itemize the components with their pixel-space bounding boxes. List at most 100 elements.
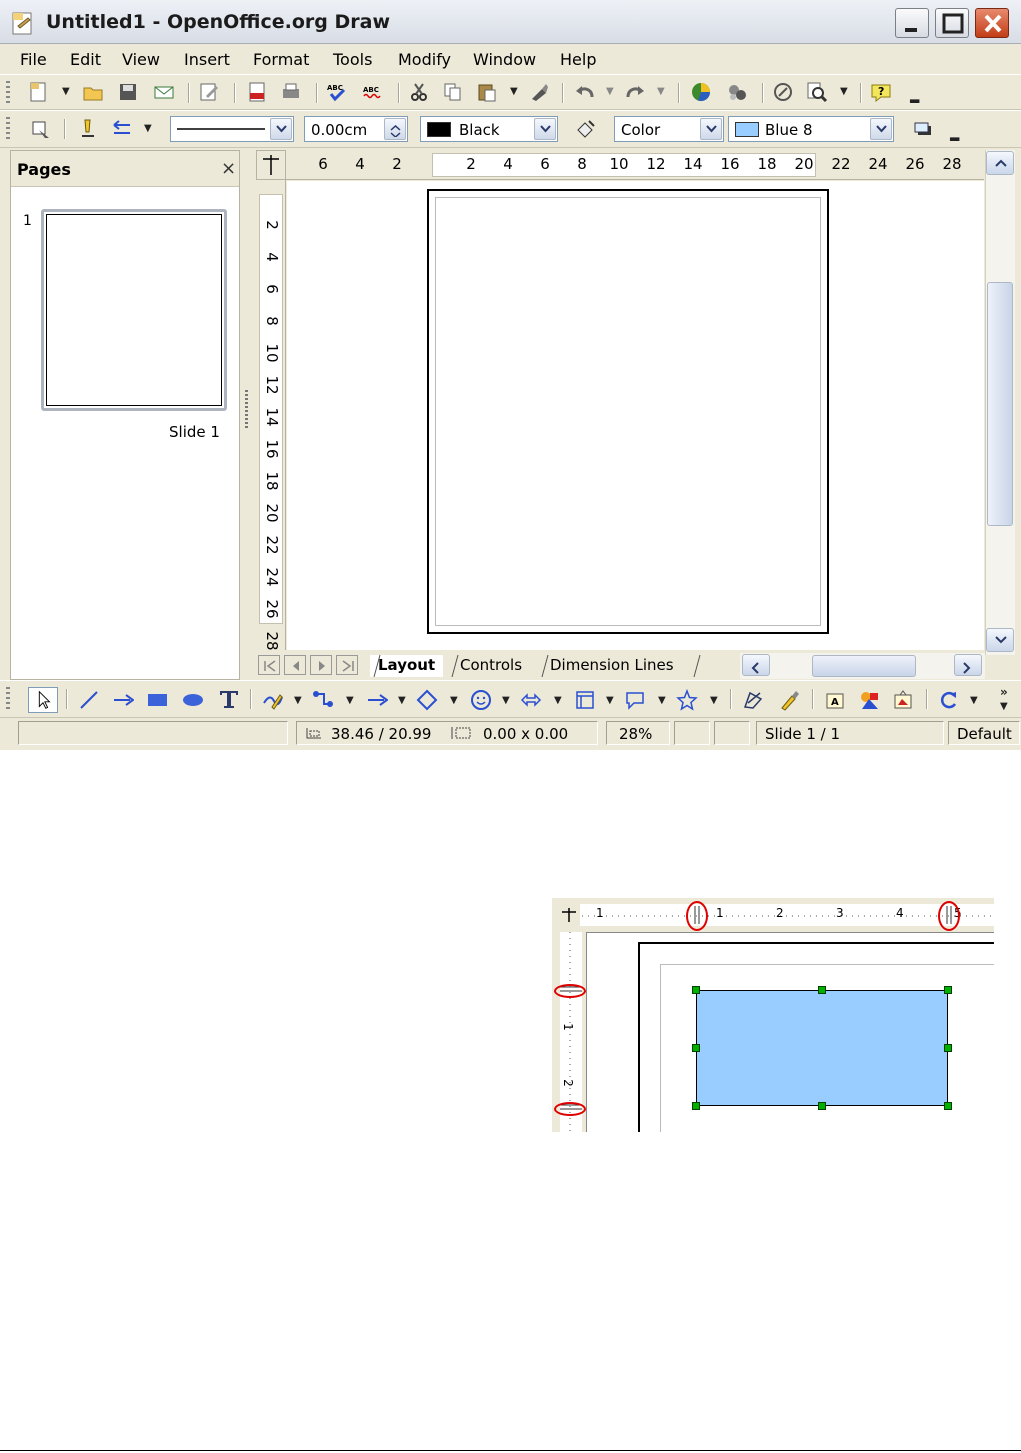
menu-window[interactable]: Window — [473, 50, 536, 69]
ellipse-tool-icon[interactable] — [182, 689, 204, 711]
toolbar-overflow-icon[interactable]: ▂ — [910, 89, 919, 103]
menu-tools[interactable]: Tools — [333, 50, 372, 69]
zoom-icon[interactable] — [806, 81, 828, 103]
menu-view[interactable]: View — [122, 50, 160, 69]
lines-arrows-icon[interactable] — [366, 689, 388, 711]
last-tab-icon[interactable] — [336, 655, 358, 675]
callouts-dropdown-icon[interactable]: ▼ — [658, 695, 666, 706]
edit-file-icon[interactable] — [198, 81, 220, 103]
selection-handle[interactable] — [944, 986, 952, 994]
help-icon[interactable]: ? — [870, 81, 892, 103]
selection-handle[interactable] — [692, 1102, 700, 1110]
menu-insert[interactable]: Insert — [184, 50, 230, 69]
scroll-right-button[interactable] — [954, 654, 982, 676]
text-tool-icon[interactable] — [218, 688, 240, 710]
paste-icon[interactable] — [476, 81, 498, 103]
curve-tool-icon[interactable] — [262, 689, 284, 711]
insert-image-icon[interactable] — [858, 689, 880, 711]
horizontal-ruler[interactable]: 6 4 2 2 4 6 8 10 12 14 16 18 20 22 24 26… — [286, 150, 984, 180]
drawing-page[interactable] — [427, 189, 829, 634]
autospellcheck-icon[interactable]: ABC — [362, 81, 384, 103]
horizontal-scrollbar[interactable] — [740, 653, 985, 679]
zoom-dropdown-icon[interactable]: ▼ — [840, 86, 848, 97]
chevron-down-icon[interactable] — [870, 118, 892, 140]
arrow-line-tool-icon[interactable] — [112, 689, 134, 711]
toolbar-overflow-icon[interactable]: ▂ — [950, 127, 959, 141]
connector-tool-icon[interactable] — [312, 689, 334, 711]
lines-arrows-dropdown-icon[interactable]: ▼ — [398, 695, 406, 706]
flowcharts-icon[interactable] — [574, 689, 596, 711]
arrow-style-dropdown-icon[interactable]: ▼ — [144, 123, 152, 134]
stars-dropdown-icon[interactable]: ▼ — [710, 695, 718, 706]
first-tab-icon[interactable] — [258, 655, 280, 675]
rotate-dropdown-icon[interactable]: ▼ — [970, 695, 978, 706]
points-edit-icon[interactable] — [742, 689, 764, 711]
area-style-select[interactable]: Color — [614, 116, 724, 142]
cut-icon[interactable] — [408, 81, 430, 103]
redo-icon[interactable] — [624, 81, 646, 103]
minimize-button[interactable] — [895, 8, 929, 38]
open-folder-icon[interactable] — [82, 81, 104, 103]
scroll-down-button[interactable] — [986, 628, 1014, 652]
symbol-shapes-icon[interactable] — [470, 689, 492, 711]
menu-modify[interactable]: Modify — [398, 50, 451, 69]
gallery-icon[interactable] — [892, 689, 914, 711]
chevron-down-icon[interactable] — [534, 118, 556, 140]
close-button[interactable] — [975, 8, 1009, 38]
email-icon[interactable] — [153, 81, 175, 103]
vertical-scrollbar[interactable] — [985, 150, 1015, 655]
symbol-shapes-dropdown-icon[interactable]: ▼ — [502, 695, 510, 706]
clone-formatting-icon[interactable] — [528, 81, 550, 103]
toolbar-overflow-icon[interactable]: ▼ — [1000, 701, 1008, 712]
callouts-icon[interactable] — [624, 689, 646, 711]
connector-dropdown-icon[interactable]: ▼ — [346, 695, 354, 706]
status-signature-cell[interactable] — [714, 721, 750, 745]
show-draw-functions-icon[interactable] — [772, 81, 794, 103]
ruler-corner[interactable] — [256, 150, 286, 180]
line-style-select[interactable] — [170, 116, 294, 142]
line-tool-icon[interactable] — [78, 689, 100, 711]
selection-handle[interactable] — [692, 986, 700, 994]
pane-splitter[interactable] — [242, 150, 252, 680]
styles-formatting-icon[interactable] — [30, 118, 52, 140]
area-color-select[interactable]: Blue 8 — [728, 116, 894, 142]
previous-tab-icon[interactable] — [284, 655, 306, 675]
block-arrows-icon[interactable] — [520, 689, 542, 711]
rectangle-tool-icon[interactable] — [146, 689, 168, 711]
next-tab-icon[interactable] — [310, 655, 332, 675]
status-zoom-cell[interactable]: 28% — [606, 721, 670, 745]
basic-shapes-dropdown-icon[interactable]: ▼ — [450, 695, 458, 706]
area-fill-icon[interactable] — [574, 118, 596, 140]
rotate-icon[interactable] — [938, 689, 960, 711]
chevron-down-icon[interactable] — [700, 118, 722, 140]
vertical-ruler[interactable]: 2 4 6 8 10 12 14 16 18 20 22 24 26 28 — [256, 180, 286, 650]
undo-dropdown-icon[interactable]: ▼ — [606, 86, 614, 97]
glue-points-icon[interactable] — [778, 689, 800, 711]
selection-handle[interactable] — [944, 1044, 952, 1052]
menu-edit[interactable]: Edit — [70, 50, 101, 69]
close-icon[interactable]: × — [221, 158, 236, 179]
line-color-select[interactable]: Black — [420, 116, 558, 142]
chevron-down-icon[interactable] — [270, 118, 292, 140]
curve-dropdown-icon[interactable]: ▼ — [294, 695, 302, 706]
status-insert-mode-cell[interactable] — [674, 721, 710, 745]
chart-icon[interactable] — [690, 81, 712, 103]
spellcheck-icon[interactable]: ABC — [326, 81, 348, 103]
block-arrows-dropdown-icon[interactable]: ▼ — [554, 695, 562, 706]
copy-icon[interactable] — [442, 81, 464, 103]
new-document-icon[interactable] — [28, 81, 50, 103]
selected-rectangle[interactable] — [696, 990, 948, 1106]
line-icon[interactable] — [76, 118, 98, 140]
toolbar-grip[interactable] — [6, 117, 10, 141]
selection-handle[interactable] — [944, 1102, 952, 1110]
arrow-style-icon[interactable] — [110, 118, 132, 140]
fontwork-icon[interactable]: A — [824, 689, 846, 711]
vertical-scroll-thumb[interactable] — [987, 282, 1013, 526]
menu-file[interactable]: File — [20, 50, 47, 69]
drawing-canvas[interactable] — [287, 181, 984, 650]
selection-handle[interactable] — [692, 1044, 700, 1052]
select-pointer-icon[interactable] — [28, 687, 58, 713]
menu-help[interactable]: Help — [560, 50, 596, 69]
line-width-spinner[interactable]: 0.00cm — [304, 116, 408, 142]
slide-thumbnail[interactable] — [41, 209, 227, 411]
